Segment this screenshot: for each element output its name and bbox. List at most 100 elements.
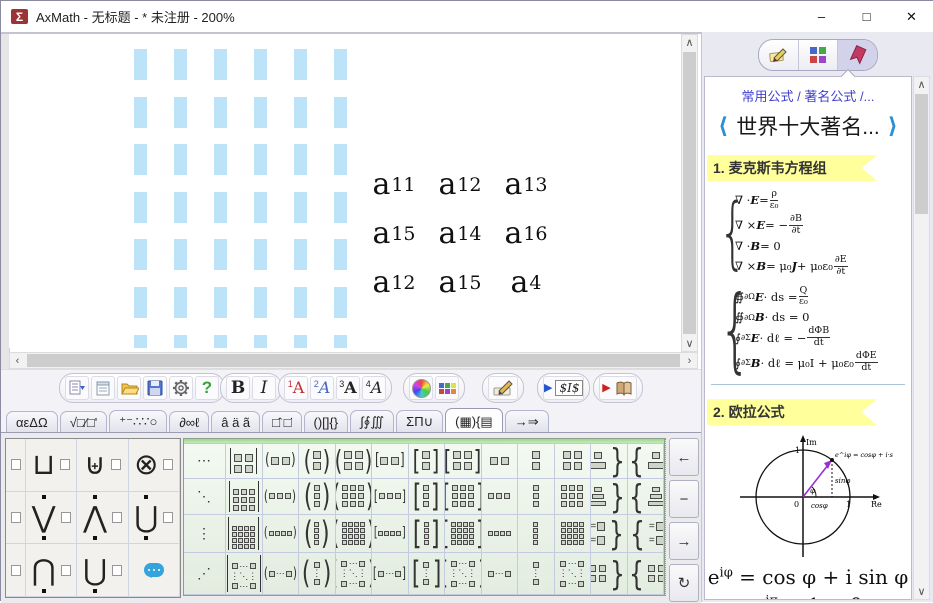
paren-row-vector-template-n[interactable]: (⋯) [263,553,300,595]
placeholder-slot[interactable] [174,287,187,318]
placeholder-slot[interactable] [254,192,267,223]
placeholder-slot[interactable] [254,287,267,318]
plain-row-vector-template-3[interactable] [482,479,519,515]
tex-input-button[interactable]: ▶ $I$ [543,376,584,400]
operator-placeholder-cell[interactable] [6,544,26,597]
placeholder-slot[interactable] [214,335,227,348]
paren-row-vector-template-3[interactable]: () [263,479,300,515]
dots-template-4[interactable]: ⋮ [184,515,226,553]
open-file-button[interactable] [117,376,141,400]
font-style-1-button[interactable]: 1 A [284,376,308,400]
placeholder-slot[interactable] [334,192,347,223]
paren-col-vector-template-3[interactable]: () [299,479,336,515]
collection-title[interactable]: 世界十大著名... [736,111,880,141]
euler-identity[interactable]: eiπ + 1 = 0 [705,593,911,600]
vertical-scroll-thumb[interactable] [683,52,696,334]
canvas-horizontal-scrollbar[interactable]: ‹ › [9,352,698,369]
matrix-entry[interactable]: a13 [493,160,559,209]
panel-nav-redo-button[interactable]: ↻ [669,564,699,602]
paren-col-vector-template-n[interactable]: (⋮) [299,553,336,595]
determinant-template-3[interactable] [226,479,263,515]
italic-button[interactable]: I [252,376,276,400]
paren-matrix-template-3[interactable]: () [336,479,373,515]
comment-bubble-button[interactable] [129,544,180,597]
nary-operator-template[interactable]: ⊔ [26,439,77,492]
placeholder-slot[interactable] [174,335,187,348]
placeholder-slot[interactable] [134,335,147,348]
tab-brackets[interactable]: ()[]{} [304,411,349,432]
placeholder-slot[interactable] [134,144,147,175]
nary-operator-template[interactable]: ⋀ [77,492,128,545]
scroll-down-icon[interactable]: ∨ [914,584,929,599]
placeholder-slot[interactable] [254,335,267,348]
placeholder-slot[interactable] [254,97,267,128]
scroll-up-icon[interactable]: ∧ [914,77,929,92]
paren-matrix-template-n[interactable]: (⋯⋮⋱⋮⋯) [336,553,373,595]
nary-operator-template[interactable]: ⋃ [77,544,128,597]
euler-unit-circle-diagram[interactable]: Im Re 0 1 1 φ sinφ cosφ e^iφ = cosφ + i·… [723,429,893,561]
paren-matrix-template-2[interactable]: () [336,444,373,479]
tab-matrices[interactable]: (▦){▤ [445,408,503,432]
main-menu-button[interactable] [65,376,89,400]
nary-operator-template[interactable]: ⋃ [129,492,180,545]
help-button[interactable]: ? [195,376,219,400]
scroll-down-icon[interactable]: ∨ [682,336,697,351]
close-button[interactable]: ✕ [889,1,933,32]
placeholder-slot[interactable] [334,287,347,318]
symbol-grid-tab[interactable] [798,40,838,70]
maximize-button[interactable]: □ [844,1,889,32]
placeholder-slot[interactable] [334,335,347,348]
font-style-3-button[interactable]: 3 A [336,376,360,400]
bracket-matrix-template-n[interactable]: [⋯⋮⋱⋮⋯] [445,553,482,595]
placeholder-slot[interactable] [254,144,267,175]
placeholder-slot[interactable] [294,192,307,223]
next-collection-chevron[interactable]: ⟩ [888,114,898,139]
section-label-euler[interactable]: 2. 欧拉公式 [707,399,877,425]
dots-template-2[interactable]: ⋯ [184,444,226,479]
scroll-right-icon[interactable]: › [682,353,697,368]
prev-collection-chevron[interactable]: ⟨ [718,114,728,139]
horizontal-scroll-thumb[interactable] [27,354,680,367]
new-document-button[interactable] [91,376,115,400]
save-button[interactable] [143,376,167,400]
placeholder-slot[interactable] [254,49,267,80]
right-brace-cases-template-4[interactable]: ==} [591,515,628,553]
placeholder-slot[interactable] [254,239,267,270]
placeholder-slot[interactable] [294,97,307,128]
tab-integrals[interactable]: ∫∮∭ [350,410,394,432]
placeholder-slot[interactable] [134,287,147,318]
plain-col-vector-template-2[interactable] [518,444,555,479]
tab-big-operators[interactable]: ΣΠ∪ [396,410,443,432]
nary-operator-template[interactable]: ⋁ [26,492,77,545]
bracket-matrix-template-2[interactable]: [] [445,444,482,479]
matrix-entry[interactable]: a14 [427,209,493,258]
section-label-maxwell[interactable]: 1. 麦克斯韦方程组 [707,155,877,181]
tab-accents[interactable]: â ä ã [211,411,260,432]
breadcrumb[interactable]: 常用公式 / 著名公式 /... [705,86,911,105]
tab-operators[interactable]: ⁺⁻∴∵○ [109,410,167,432]
operator-placeholder-cell[interactable] [6,439,26,492]
panel-nav-forward-button[interactable]: → [669,522,699,560]
font-style-4-button[interactable]: 4 A [362,376,386,400]
editor-canvas[interactable]: a11a12a13a15a14a16a12a15a4 [9,34,681,348]
plain-col-vector-template-4[interactable] [518,515,555,553]
plain-col-vector-template-3[interactable] [518,479,555,515]
matrix-entry[interactable]: a12 [361,258,427,307]
bracket-col-vector-template-4[interactable]: [] [409,515,446,553]
dots-template-3[interactable]: ⋱ [184,479,226,515]
bracket-matrix-template-3[interactable]: [] [445,479,482,515]
left-brace-cases-template-4[interactable]: {== [628,515,665,553]
placeholder-slot[interactable] [174,192,187,223]
placeholder-slot[interactable] [334,239,347,270]
bracket-row-vector-template-4[interactable]: [] [372,515,409,553]
bracket-col-vector-template-3[interactable]: [] [409,479,446,515]
placeholder-slot[interactable] [134,97,147,128]
bracket-col-vector-template-2[interactable]: [] [409,444,446,479]
matrix-entry[interactable]: a12 [427,160,493,209]
matrix-entry[interactable]: a11 [361,160,427,209]
placeholder-slot[interactable] [214,287,227,318]
tab-calculus[interactable]: ∂∞ℓ [169,411,209,432]
placeholder-slot[interactable] [214,49,227,80]
maxwell-differential-equations[interactable]: { ∇ · E = ρε₀∇ × E = − ∂B∂t∇ · B = 0∇ × … [719,189,911,278]
handwriting-button[interactable] [488,376,518,400]
